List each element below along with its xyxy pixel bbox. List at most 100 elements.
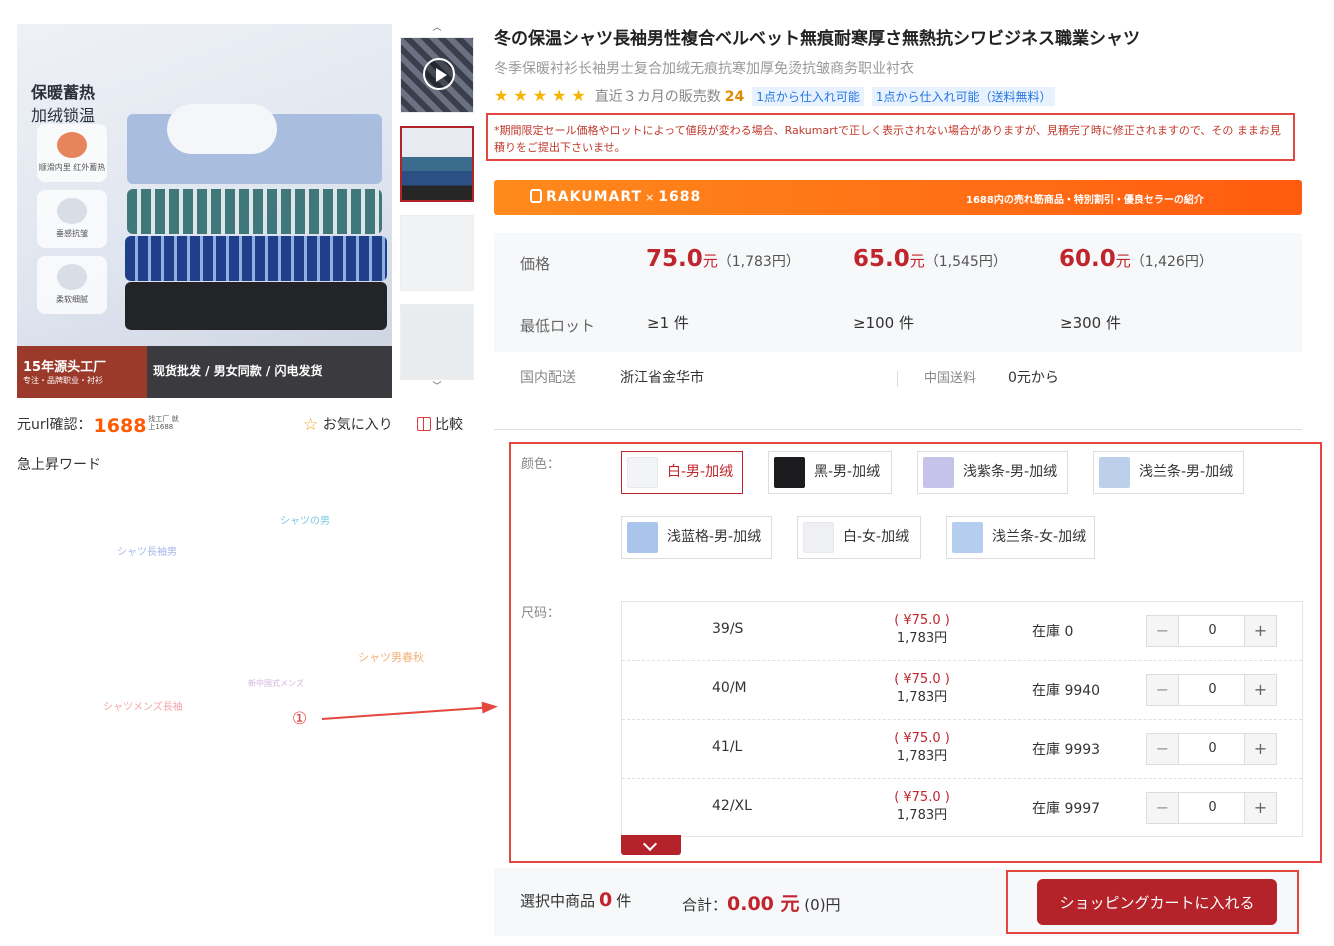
quantity-input[interactable]: 0: [1180, 793, 1245, 823]
annotation-arrow-1: [321, 706, 484, 720]
color-option[interactable]: 浅兰条-女-加绒: [946, 516, 1095, 559]
quantity-stepper: −0 +: [1146, 615, 1277, 647]
trending-keyword[interactable]: シャツの男: [280, 512, 330, 527]
rating-stars-icon: ★★★★★: [494, 86, 591, 105]
variant-selector: 颜色： 白-男-加绒 黑-男-加绒 浅紫条-男-加绒 浅兰条-男-加绒 浅蓝格-…: [509, 442, 1322, 863]
banner-promo-text: 1688内の売れ筋商品・特別割引・優良セラーの紹介: [966, 195, 1204, 206]
table-row: 42/XL ( ¥75.0 ) 1,783円 在庫 9997 −0 +: [622, 779, 1302, 836]
order-total: 合計：0.00 元 (0)円: [682, 893, 841, 915]
size-price: ( ¥75.0 ) 1,783円: [894, 672, 950, 705]
quantity-input[interactable]: 0: [1180, 675, 1245, 705]
minus-button[interactable]: −: [1147, 734, 1179, 764]
color-option[interactable]: 浅兰条-男-加绒: [1093, 451, 1244, 494]
color-label: 颜色：: [521, 457, 561, 472]
chevron-down-icon[interactable]: ﹀: [400, 381, 474, 393]
minus-button[interactable]: −: [1147, 793, 1179, 823]
size-value: 39/S: [712, 621, 744, 637]
drape-icon: [57, 198, 87, 224]
feature-badge: 垂感抗皱: [37, 190, 107, 248]
moq-tag: 1点から仕入れ可能: [752, 87, 864, 106]
thumbnail-image[interactable]: [400, 215, 474, 291]
trending-keyword[interactable]: 新中国式メンズ: [248, 678, 304, 689]
product-subtitle: 冬季保暖衬衫长袖男士复合加绒无痕抗寒加厚免烫抗皱商务职业衬衣: [494, 61, 914, 77]
swatch-image: [923, 457, 954, 488]
main-product-image[interactable]: 保暖蓄热 加绒锁温 顺滑内里 红外蓄热 垂感抗皱 柔软细腻 15年源头工厂 专注・…: [17, 24, 392, 398]
favorite-button[interactable]: ☆ お気に入り: [303, 414, 393, 435]
shirt-blue-plaid: [125, 236, 387, 281]
feature-badge: 顺滑内里 红外蓄热: [37, 124, 107, 182]
stock-count: 在庫 9993: [1032, 742, 1101, 758]
image-slogan: 现货批发 / 男女同款 / 闪电发货: [153, 364, 323, 378]
image-bottom-banner: 15年源头工厂 专注・品牌职业・衬衫 现货批发 / 男女同款 / 闪电发货: [17, 346, 392, 398]
trending-title: 急上昇ワード: [17, 457, 101, 473]
add-to-cart-button[interactable]: ショッピングカートに入れる: [1037, 879, 1277, 925]
color-option[interactable]: 黑-男-加绒: [768, 451, 892, 494]
china-shipping-label: 中国送料: [924, 371, 977, 386]
size-value: 42/XL: [712, 798, 752, 814]
shirt-green-plaid: [127, 189, 382, 234]
compare-icon: [417, 417, 431, 431]
rakumart-mark-icon: [530, 189, 542, 203]
color-option[interactable]: 白-女-加绒: [797, 516, 921, 559]
sales-count: 24: [724, 89, 745, 105]
image-overlay-title: 保暖蓄热: [31, 83, 96, 102]
divider: [494, 429, 1302, 430]
color-option[interactable]: 白-男-加绒: [621, 451, 743, 494]
swatch-image: [627, 457, 658, 488]
plus-button[interactable]: +: [1244, 616, 1276, 646]
wave-icon: [57, 264, 87, 290]
trending-keyword[interactable]: シャツメンズ長袖: [103, 698, 183, 713]
swatch-image: [803, 522, 834, 553]
source-row: 元url確認： 1688 找工厂 就上1688 ☆ お気に入り 比較: [17, 414, 472, 438]
quantity-stepper: −0 +: [1146, 733, 1277, 765]
lot-label: 最低ロット: [520, 317, 596, 335]
thermometer-icon: [57, 132, 87, 158]
quantity-input[interactable]: 0: [1180, 734, 1245, 764]
color-option[interactable]: 浅蓝格-男-加绒: [621, 516, 772, 559]
product-title: 冬の保温シャツ長袖男性複合ベルベット無痕耐寒厚さ無熱抗シワビジネス職業シャツ: [494, 29, 1140, 49]
rating-row: ★★★★★ 直近３カ月の販売数 24 1点から仕入れ可能 1点から仕入れ可能（送料無料）: [494, 86, 1056, 106]
thumbnail-image[interactable]: [400, 126, 474, 202]
plus-button[interactable]: +: [1244, 734, 1276, 764]
arrow-head-icon: [481, 700, 499, 714]
cart-button-highlight: ショッピングカートに入れる: [1006, 870, 1299, 934]
compare-button[interactable]: 比較: [417, 414, 463, 434]
shipping-row: 国内配送 浙江省金华市 中国送料 0元から: [494, 367, 1302, 391]
thumbnail-image[interactable]: [400, 304, 474, 380]
size-price: ( ¥75.0 ) 1,783円: [894, 731, 950, 764]
china-shipping-value: 0元から: [1008, 370, 1059, 386]
size-table: 39/S ( ¥75.0 ) 1,783円 在庫 0 −0 + 40/M ( ¥75…: [621, 601, 1303, 837]
feature-badge: 柔软细腻: [37, 256, 107, 314]
trending-keyword[interactable]: シャツ男春秋: [358, 649, 424, 665]
factory-badge: 15年源头工厂 专注・品牌职业・衬衫: [17, 346, 147, 398]
plus-button[interactable]: +: [1244, 675, 1276, 705]
annotation-number-1: ①: [292, 709, 308, 729]
domestic-shipping-value: 浙江省金华市: [620, 370, 704, 386]
play-icon[interactable]: [423, 58, 455, 90]
trending-keyword[interactable]: シャツ長袖男: [117, 543, 177, 558]
lot-tier-2: ≥100 件: [853, 314, 914, 332]
sales-label: 直近３カ月の販売数: [594, 89, 721, 105]
table-row: 40/M ( ¥75.0 ) 1,783円 在庫 9940 −0 +: [622, 661, 1302, 720]
minus-button[interactable]: −: [1147, 616, 1179, 646]
plus-button[interactable]: +: [1244, 793, 1276, 823]
lot-tier-1: ≥1 件: [647, 314, 689, 332]
price-tier-2: 65.0元（1,545円）: [853, 246, 1007, 272]
color-option[interactable]: 浅紫条-男-加绒: [917, 451, 1068, 494]
price-tier-1: 75.0元（1,783円）: [646, 246, 800, 272]
swatch-image: [774, 457, 805, 488]
size-value: 41/L: [712, 739, 743, 755]
expand-sizes-button[interactable]: [621, 835, 681, 855]
logo-1688[interactable]: 1688 找工厂 就上1688: [94, 415, 183, 437]
thumbnail-video[interactable]: [400, 37, 474, 113]
quantity-input[interactable]: 0: [1180, 616, 1245, 646]
star-outline-icon: ☆: [303, 415, 319, 435]
price-label: 価格: [520, 255, 551, 273]
promo-banner[interactable]: RAKUMART × 1688 1688内の売れ筋商品・特別割引・優良セラーの紹介: [494, 180, 1302, 215]
minus-button[interactable]: −: [1147, 675, 1179, 705]
selected-count: 選択中商品 0 件: [520, 889, 632, 911]
image-overlay-subtitle: 加绒锁温: [31, 106, 96, 125]
free-shipping-tag: 1点から仕入れ可能（送料無料）: [871, 87, 1056, 106]
chevron-up-icon[interactable]: ︿: [400, 22, 474, 34]
price-tier-3: 60.0元（1,426円）: [1059, 246, 1213, 272]
